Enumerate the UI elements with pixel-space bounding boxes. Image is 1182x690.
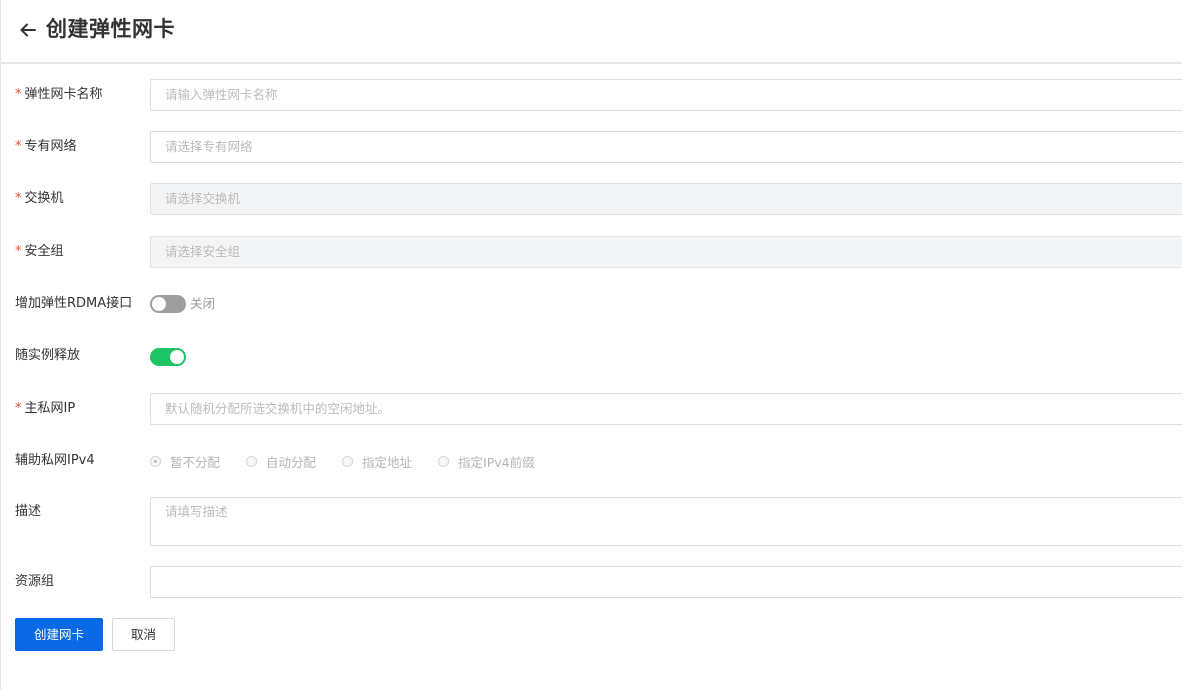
rdma-toggle[interactable] xyxy=(150,295,186,313)
eni-name-label: * 弹性网卡名称 xyxy=(15,87,103,102)
radio-button[interactable] xyxy=(150,455,161,467)
required-mark: * xyxy=(15,244,22,259)
eni-name-input[interactable]: 请输入弹性网卡名称 xyxy=(150,79,1182,111)
resource-group-select[interactable] xyxy=(150,566,1182,598)
radio-option-auto[interactable]: 自动分配 xyxy=(246,452,316,471)
security-group-label: * 安全组 xyxy=(15,244,64,259)
arrow-left-icon[interactable] xyxy=(18,21,38,39)
required-mark: * xyxy=(15,191,22,206)
radio-button[interactable] xyxy=(438,455,450,467)
required-mark: * xyxy=(15,139,22,154)
primary-ip-label: * 主私网IP xyxy=(15,401,76,416)
page-title: 创建弹性网卡 xyxy=(46,17,175,41)
radio-label: 指定地址 xyxy=(362,454,413,470)
radio-label: 暂不分配 xyxy=(170,454,221,470)
create-eni-button[interactable]: 创建网卡 xyxy=(15,618,103,651)
vswitch-select[interactable]: 请选择交换机 xyxy=(150,183,1182,215)
secondary-ipv4-label: 辅助私网IPv4 xyxy=(15,453,95,468)
toggle-knob xyxy=(170,350,184,364)
description-label: 描述 xyxy=(15,504,42,519)
security-group-select[interactable]: 请选择安全组 xyxy=(150,236,1182,268)
rdma-label: 增加弹性RDMA接口 xyxy=(15,296,133,311)
cancel-button[interactable]: 取消 xyxy=(112,618,175,651)
vpc-select[interactable]: 请选择专有网络 xyxy=(150,131,1182,163)
radio-option-prefix[interactable]: 指定IPv4前缀 xyxy=(438,452,535,471)
vswitch-label: * 交换机 xyxy=(15,191,64,206)
left-border xyxy=(0,0,1,690)
secondary-ipv4-radio-group: 暂不分配 自动分配 指定地址 指定IPv4前缀 xyxy=(150,452,561,470)
toggle-knob xyxy=(152,297,166,311)
radio-button[interactable] xyxy=(246,455,258,467)
radio-option-specify[interactable]: 指定地址 xyxy=(342,452,412,471)
release-label: 随实例释放 xyxy=(15,348,81,363)
description-textarea[interactable]: 请填写描述 xyxy=(150,497,1182,546)
radio-label: 自动分配 xyxy=(266,454,317,470)
radio-option-none[interactable]: 暂不分配 xyxy=(150,452,220,471)
vpc-label: * 专有网络 xyxy=(15,139,77,154)
required-mark: * xyxy=(15,401,22,416)
primary-ip-input[interactable]: 默认随机分配所选交换机中的空闲地址。 xyxy=(150,393,1182,425)
resource-group-label: 资源组 xyxy=(15,574,55,589)
release-toggle[interactable] xyxy=(150,348,186,366)
radio-button[interactable] xyxy=(342,455,354,467)
required-mark: * xyxy=(15,87,22,102)
rdma-state-text: 关闭 xyxy=(190,296,216,311)
page-header: 创建弹性网卡 xyxy=(0,0,1182,64)
radio-label: 指定IPv4前缀 xyxy=(458,454,535,470)
